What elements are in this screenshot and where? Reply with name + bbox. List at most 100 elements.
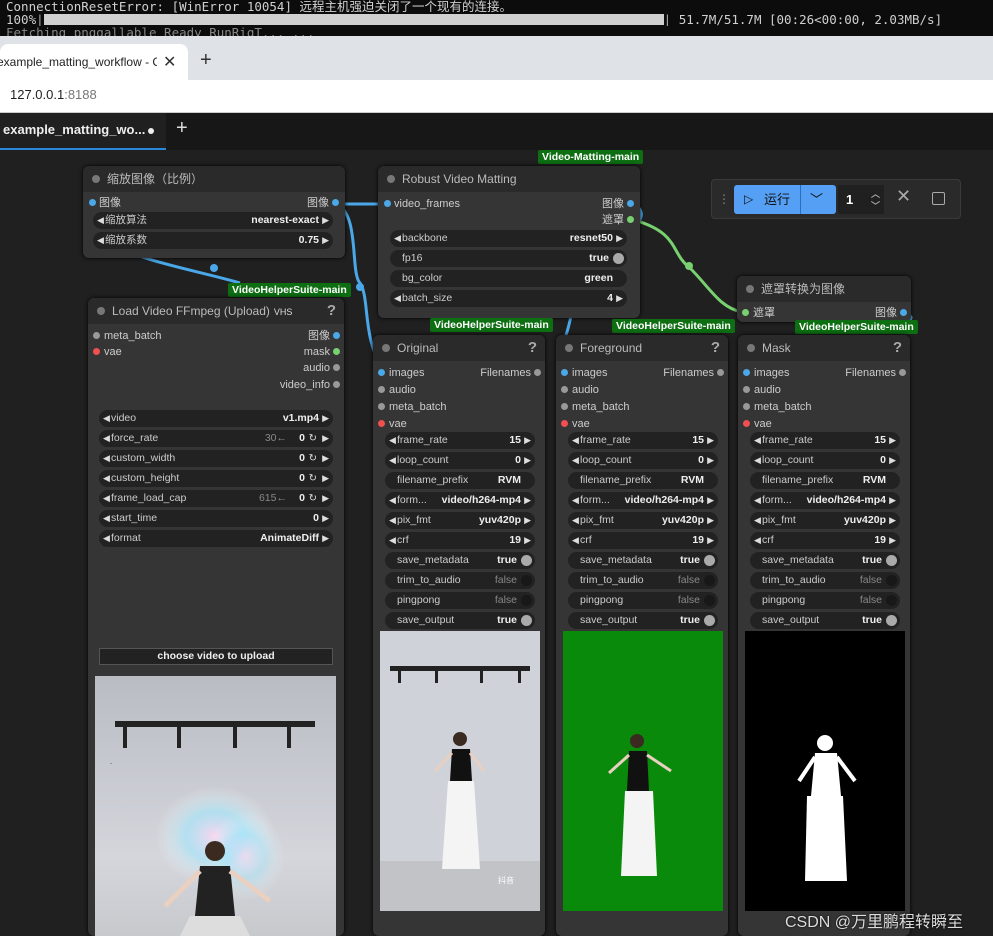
- video-combine-widget[interactable]: ◀ crf 19 ▶: [750, 532, 900, 549]
- address-bar[interactable]: 127.0.0.1:8188: [0, 80, 993, 113]
- scale-factor-widget[interactable]: ◀ 缩放系数 0.75 ▶: [93, 232, 333, 249]
- output-slot[interactable]: Filenames: [845, 365, 906, 381]
- video-combine-widget[interactable]: pingpong false: [568, 592, 718, 609]
- video-option-widget[interactable]: ◀ video v1.mp4 ▶: [99, 410, 333, 427]
- video-option-widget[interactable]: ◀ start_time 0 ▶: [99, 510, 333, 527]
- chevron-down-icon[interactable]: ﹀: [810, 185, 823, 214]
- output-slot[interactable]: 图像: [307, 195, 339, 211]
- video-combine-widget[interactable]: ◀ pix_fmt yuv420p ▶: [750, 512, 900, 529]
- video-option-widget[interactable]: ◀ format AnimateDiff ▶: [99, 530, 333, 547]
- input-slot[interactable]: images: [743, 365, 789, 381]
- input-slot[interactable]: audio: [378, 382, 416, 398]
- new-tab-button[interactable]: +: [200, 49, 212, 72]
- input-slot[interactable]: 图像: [89, 195, 121, 211]
- node-header[interactable]: 缩放图像（比例）: [83, 166, 345, 192]
- video-combine-widget[interactable]: trim_to_audio false: [568, 572, 718, 589]
- output-slot[interactable]: Filenames: [480, 365, 541, 381]
- node-header[interactable]: Robust Video Matting: [378, 166, 640, 192]
- video-combine-widget[interactable]: ◀ pix_fmt yuv420p ▶: [568, 512, 718, 529]
- bg-color-field[interactable]: bg_color green: [390, 270, 627, 287]
- video-combine-widget[interactable]: trim_to_audio false: [385, 572, 535, 589]
- mask-video-combine-node[interactable]: Mask? images audio meta_batch vae Filenames ◀ f…: [738, 335, 910, 936]
- close-icon[interactable]: ✕: [896, 186, 911, 207]
- output-slot[interactable]: 遮罩: [602, 212, 634, 228]
- mask-to-image-node[interactable]: 遮罩转换为图像 遮罩 图像: [737, 276, 911, 322]
- collapse-dot-icon[interactable]: [92, 175, 100, 183]
- video-combine-widget[interactable]: trim_to_audio false: [750, 572, 900, 589]
- browser-tab[interactable]: example_matting_workflow - Co ✕: [0, 44, 188, 80]
- help-icon[interactable]: ?: [528, 335, 537, 361]
- input-slot[interactable]: video_frames: [384, 196, 460, 212]
- collapse-dot-icon[interactable]: [747, 344, 755, 352]
- node-header[interactable]: Original?: [373, 335, 545, 361]
- video-combine-widget[interactable]: ◀ loop_count 0 ▶: [568, 452, 718, 469]
- close-icon[interactable]: ✕: [163, 48, 176, 78]
- node-header[interactable]: Load Video FFmpeg (Upload) VHS?: [88, 298, 344, 324]
- load-video-node[interactable]: Load Video FFmpeg (Upload) VHS? meta_batc…: [88, 298, 344, 936]
- collapse-dot-icon[interactable]: [97, 307, 105, 315]
- video-option-widget[interactable]: ◀ custom_width 0 ↻ ▶: [99, 450, 333, 467]
- video-combine-widget[interactable]: filename_prefix RVM: [385, 472, 535, 489]
- input-slot[interactable]: audio: [561, 382, 599, 398]
- output-slot[interactable]: Filenames: [663, 365, 724, 381]
- output-slot[interactable]: mask: [304, 344, 340, 360]
- node-header[interactable]: Foreground?: [556, 335, 728, 361]
- output-slot[interactable]: 图像: [875, 305, 907, 321]
- collapse-dot-icon[interactable]: [746, 285, 754, 293]
- input-slot[interactable]: images: [561, 365, 607, 381]
- video-combine-widget[interactable]: ◀ loop_count 0 ▶: [385, 452, 535, 469]
- output-slot[interactable]: video_info: [280, 377, 340, 393]
- video-combine-widget[interactable]: ◀ frame_rate 15 ▶: [385, 432, 535, 449]
- output-slot[interactable]: audio: [303, 360, 340, 376]
- video-combine-widget[interactable]: save_output true: [750, 612, 900, 629]
- input-slot[interactable]: meta_batch: [93, 328, 161, 344]
- help-icon[interactable]: ?: [327, 298, 336, 324]
- collapse-dot-icon[interactable]: [565, 344, 573, 352]
- node-header[interactable]: Mask?: [738, 335, 910, 361]
- video-combine-widget[interactable]: ◀ crf 19 ▶: [568, 532, 718, 549]
- input-slot[interactable]: meta_batch: [561, 399, 629, 415]
- video-combine-widget[interactable]: ◀ form... video/h264-mp4 ▶: [385, 492, 535, 509]
- video-combine-widget[interactable]: ◀ loop_count 0 ▶: [750, 452, 900, 469]
- video-combine-widget[interactable]: save_output true: [385, 612, 535, 629]
- comfyui-canvas[interactable]: example_matting_wo... + Video-Matting-ma…: [0, 113, 993, 936]
- video-combine-widget[interactable]: save_metadata true: [750, 552, 900, 569]
- resize-method-widget[interactable]: ◀ 缩放算法 nearest-exact ▶: [93, 212, 333, 229]
- square-icon[interactable]: [932, 192, 945, 205]
- help-icon[interactable]: ?: [893, 335, 902, 361]
- video-combine-widget[interactable]: filename_prefix RVM: [568, 472, 718, 489]
- input-slot[interactable]: meta_batch: [743, 399, 811, 415]
- video-option-widget[interactable]: ◀ frame_load_cap 615← 0 ↻ ▶: [99, 490, 333, 507]
- video-combine-widget[interactable]: ◀ form... video/h264-mp4 ▶: [750, 492, 900, 509]
- help-icon[interactable]: ?: [711, 335, 720, 361]
- video-combine-widget[interactable]: ◀ pix_fmt yuv420p ▶: [385, 512, 535, 529]
- upload-video-button[interactable]: choose video to upload: [99, 648, 333, 665]
- collapse-dot-icon[interactable]: [382, 344, 390, 352]
- input-slot[interactable]: images: [378, 365, 424, 381]
- video-combine-widget[interactable]: ◀ form... video/h264-mp4 ▶: [568, 492, 718, 509]
- video-combine-widget[interactable]: ◀ frame_rate 15 ▶: [750, 432, 900, 449]
- input-slot[interactable]: vae: [561, 416, 590, 432]
- output-slot[interactable]: 图像: [308, 328, 340, 344]
- video-combine-widget[interactable]: save_metadata true: [385, 552, 535, 569]
- input-slot[interactable]: vae: [743, 416, 772, 432]
- input-slot[interactable]: vae: [378, 416, 407, 432]
- backbone-widget[interactable]: ◀ backbone resnet50 ▶: [390, 230, 627, 247]
- collapse-dot-icon[interactable]: [387, 175, 395, 183]
- video-combine-widget[interactable]: save_metadata true: [568, 552, 718, 569]
- input-slot[interactable]: meta_batch: [378, 399, 446, 415]
- video-combine-widget[interactable]: pingpong false: [750, 592, 900, 609]
- input-slot[interactable]: 遮罩: [742, 305, 775, 321]
- robust-video-matting-node[interactable]: Robust Video Matting video_frames 图像 遮罩 …: [378, 166, 640, 318]
- video-combine-widget[interactable]: ◀ crf 19 ▶: [385, 532, 535, 549]
- video-combine-widget[interactable]: pingpong false: [385, 592, 535, 609]
- run-button[interactable]: ▷ 运行 ﹀: [734, 185, 836, 214]
- input-slot[interactable]: vae: [93, 344, 122, 360]
- foreground-video-combine-node[interactable]: Foreground? images audio meta_batch vae Filen…: [556, 335, 728, 936]
- input-slot[interactable]: audio: [743, 382, 781, 398]
- video-option-widget[interactable]: ◀ force_rate 30← 0 ↻ ▶: [99, 430, 333, 447]
- original-video-combine-node[interactable]: Original? images audio meta_batch vae Filenam…: [373, 335, 545, 936]
- video-combine-widget[interactable]: save_output true: [568, 612, 718, 629]
- scale-image-node[interactable]: 缩放图像（比例） 图像 图像 ◀ 缩放算法 nearest-exact ▶ ◀ 缩放系数…: [83, 166, 345, 258]
- node-header[interactable]: 遮罩转换为图像: [737, 276, 911, 302]
